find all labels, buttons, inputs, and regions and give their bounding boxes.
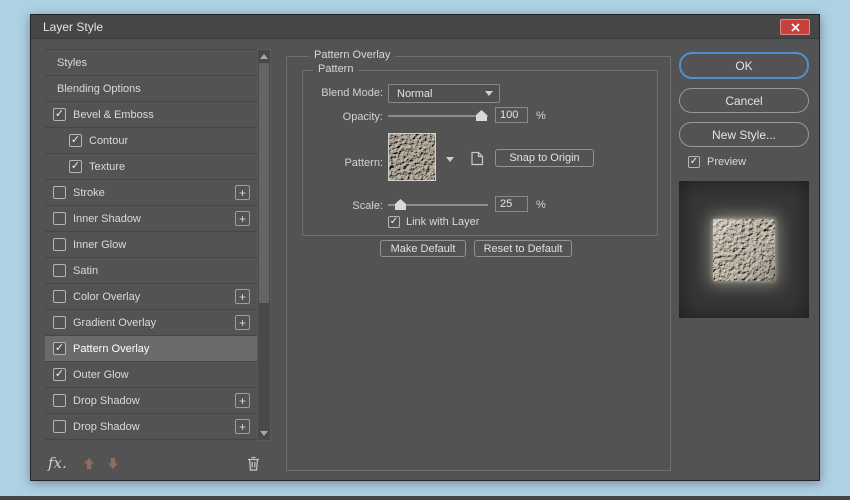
cancel-button[interactable]: Cancel — [679, 88, 809, 113]
opacity-label: Opacity: — [342, 111, 383, 123]
scale-input[interactable] — [495, 196, 528, 212]
add-gradient-overlay-button[interactable] — [235, 315, 250, 330]
stroke-checkbox[interactable] — [53, 186, 66, 199]
scroll-down-icon[interactable] — [260, 431, 268, 436]
delete-effect-icon[interactable] — [246, 455, 261, 472]
chevron-down-icon — [446, 156, 454, 162]
sidebar-item-inner-glow[interactable]: Inner Glow — [45, 232, 257, 258]
sidebar-item-bevel-emboss[interactable]: Bevel & Emboss — [45, 102, 257, 128]
texture-checkbox[interactable] — [69, 160, 82, 173]
outer-glow-checkbox[interactable] — [53, 368, 66, 381]
add-color-overlay-button[interactable] — [235, 289, 250, 304]
blend-mode-value: Normal — [397, 87, 433, 100]
sidebar-item-pattern-overlay[interactable]: Pattern Overlay — [45, 336, 257, 362]
fx-menu-icon[interactable]: fx. — [48, 454, 67, 472]
opacity-slider[interactable] — [388, 108, 488, 122]
pattern-overlay-checkbox[interactable] — [53, 342, 66, 355]
scale-slider[interactable] — [388, 197, 488, 211]
sidebar-item-blending-options[interactable]: Blending Options — [45, 76, 257, 102]
preview-checkbox[interactable] — [688, 156, 700, 168]
scroll-up-icon[interactable] — [260, 54, 268, 59]
opacity-input[interactable] — [495, 107, 528, 123]
sidebar-item-gradient-overlay[interactable]: Gradient Overlay — [45, 310, 257, 336]
move-effect-down-icon[interactable] — [107, 457, 119, 470]
satin-checkbox[interactable] — [53, 264, 66, 277]
panel-group-title: Pattern Overlay — [309, 49, 396, 61]
sidebar-item-drop-shadow-1[interactable]: Drop Shadow — [45, 388, 257, 414]
sidebar-item-outer-glow[interactable]: Outer Glow — [45, 362, 257, 388]
styles-list: Styles Blending Options Bevel & Emboss C… — [45, 49, 271, 441]
bevel-emboss-checkbox[interactable] — [53, 108, 66, 121]
sidebar-item-stroke[interactable]: Stroke — [45, 180, 257, 206]
pattern-settings-group: Pattern Blend Mode: Normal Opacity: % Pa… — [302, 63, 658, 236]
sidebar-item-satin[interactable]: Satin — [45, 258, 257, 284]
scrollbar-thumb[interactable] — [259, 63, 269, 303]
pattern-thumbnail[interactable] — [388, 133, 436, 181]
link-with-layer-label: Link with Layer — [406, 216, 480, 228]
close-button[interactable] — [780, 19, 810, 35]
close-icon — [790, 22, 800, 32]
make-default-button[interactable]: Make Default — [380, 240, 466, 257]
sidebar-item-drop-shadow-2[interactable]: Drop Shadow — [45, 414, 257, 440]
pattern-picker-chevron[interactable] — [442, 152, 458, 166]
drop-shadow-1-checkbox[interactable] — [53, 394, 66, 407]
add-inner-shadow-button[interactable] — [235, 211, 250, 226]
add-drop-shadow-button[interactable] — [235, 393, 250, 408]
preview-texture-image — [713, 218, 775, 281]
add-stroke-button[interactable] — [235, 185, 250, 200]
dialog-titlebar[interactable]: Layer Style — [31, 15, 819, 39]
sidebar-item-styles[interactable]: Styles — [45, 50, 257, 76]
new-preset-icon — [471, 151, 484, 166]
add-drop-shadow-2-button[interactable] — [235, 419, 250, 434]
reset-to-default-button[interactable]: Reset to Default — [474, 240, 572, 257]
sidebar-item-inner-shadow[interactable]: Inner Shadow — [45, 206, 257, 232]
styles-list-footer: fx. — [45, 447, 271, 479]
opacity-slider-track[interactable] — [388, 115, 488, 117]
scale-label: Scale: — [352, 200, 383, 212]
blend-mode-dropdown[interactable]: Normal — [388, 84, 500, 103]
new-style-button[interactable]: New Style... — [679, 122, 809, 147]
inner-glow-checkbox[interactable] — [53, 238, 66, 251]
opacity-unit: % — [536, 110, 546, 122]
chevron-down-icon — [485, 91, 493, 96]
scale-slider-handle[interactable] — [395, 199, 406, 210]
sidebar-scrollbar[interactable] — [257, 49, 271, 441]
move-effect-up-icon[interactable] — [83, 457, 95, 470]
pattern-overlay-panel: Pattern Overlay Pattern Blend Mode: Norm… — [286, 49, 671, 471]
screen-bottom-edge — [0, 496, 850, 500]
ok-button[interactable]: OK — [679, 52, 809, 79]
gradient-overlay-checkbox[interactable] — [53, 316, 66, 329]
scale-unit: % — [536, 199, 546, 211]
snap-to-origin-button[interactable]: Snap to Origin — [495, 149, 594, 167]
color-overlay-checkbox[interactable] — [53, 290, 66, 303]
sidebar-item-texture[interactable]: Texture — [45, 154, 257, 180]
sidebar-item-contour[interactable]: Contour — [45, 128, 257, 154]
preview-label: Preview — [707, 156, 747, 168]
contour-checkbox[interactable] — [69, 134, 82, 147]
styles-rows: Styles Blending Options Bevel & Emboss C… — [45, 49, 257, 440]
sidebar-item-color-overlay[interactable]: Color Overlay — [45, 284, 257, 310]
drop-shadow-2-checkbox[interactable] — [53, 420, 66, 433]
link-with-layer-checkbox[interactable] — [388, 216, 400, 228]
opacity-slider-handle[interactable] — [476, 110, 487, 121]
blend-mode-label: Blend Mode: — [321, 87, 383, 99]
inner-shadow-checkbox[interactable] — [53, 212, 66, 225]
pattern-texture-image — [389, 134, 435, 180]
style-preview-swatch — [679, 181, 809, 318]
new-pattern-button[interactable] — [467, 149, 486, 168]
preview-texture-tile — [713, 218, 775, 281]
dialog-title: Layer Style — [43, 20, 104, 34]
link-with-layer-row[interactable]: Link with Layer — [388, 216, 479, 228]
layer-style-dialog: Layer Style Styles Blending Options Beve… — [30, 14, 820, 481]
pattern-subgroup-title: Pattern — [313, 63, 359, 75]
pattern-label: Pattern: — [344, 157, 383, 169]
preview-toggle-row[interactable]: Preview — [688, 156, 746, 168]
